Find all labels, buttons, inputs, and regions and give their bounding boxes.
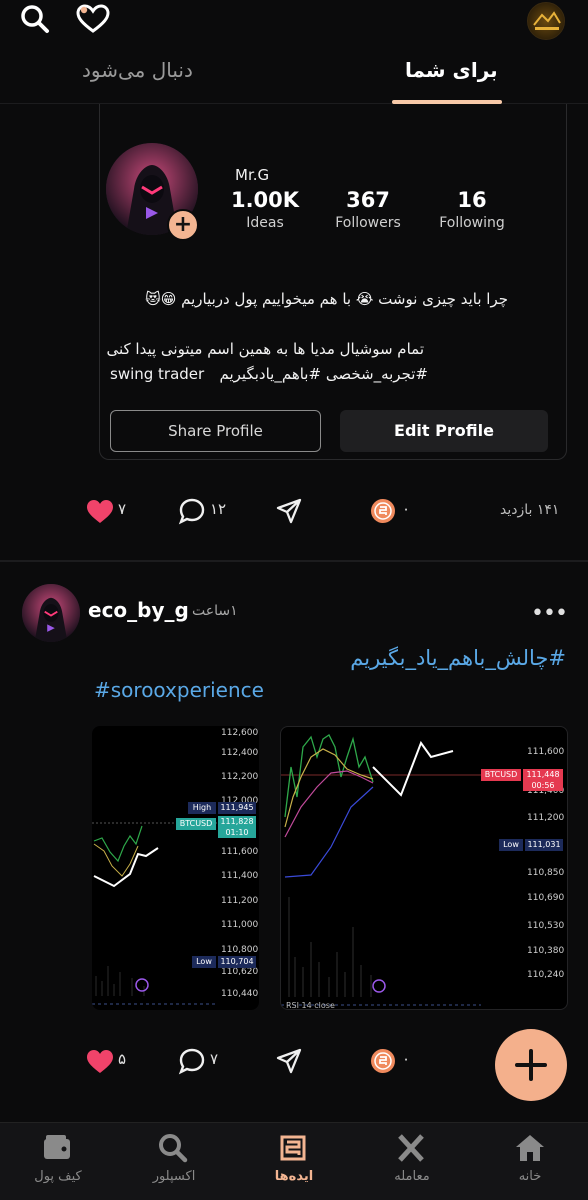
post-like-count: ۵ xyxy=(118,1050,127,1068)
boost-coin-icon[interactable] xyxy=(370,1048,396,1074)
chart-2-price: 111,448 xyxy=(526,770,560,779)
comment-icon[interactable] xyxy=(178,497,206,525)
chart-1-tick: 112,200 xyxy=(221,772,259,782)
post-hashtag-persian[interactable]: #چالش_باهم_یاد_بگیریم xyxy=(350,646,566,670)
chart-1-low-value: 110,704 xyxy=(218,956,256,968)
share-send-icon[interactable] xyxy=(275,1047,303,1075)
chart-1-tick: 110,620 xyxy=(221,967,259,977)
chart-1-tick: 112,600 xyxy=(221,728,259,738)
section-divider xyxy=(0,560,588,562)
chart-2-indicator-label: RSI 14 close xyxy=(286,1001,335,1010)
stat-ideas-value[interactable]: 1.00K xyxy=(215,188,315,212)
chart-1-high-badge: High xyxy=(188,802,216,814)
nav-item-trade[interactable]: معامله xyxy=(362,1123,462,1200)
nav-item-wallet[interactable]: کیف پول xyxy=(8,1123,108,1200)
chart-1-tick: 111,200 xyxy=(221,896,259,906)
stat-followers-value[interactable]: 367 xyxy=(318,188,418,212)
chart-1-tick: 110,440 xyxy=(221,989,259,999)
chart-2-tick: 111,600 xyxy=(527,747,565,757)
top-bar: دنبال می‌شود برای شما xyxy=(0,0,588,104)
chart-2-tick: 110,850 xyxy=(527,868,565,878)
bottom-nav: کیف پول اکسپلور ایده‌ها معامله خانه xyxy=(0,1122,588,1200)
share-send-icon[interactable] xyxy=(275,497,303,525)
boost-count: ۰ xyxy=(402,500,411,518)
trade-x-icon xyxy=(396,1133,426,1163)
post-author-name[interactable]: eco_by_g xyxy=(88,598,189,622)
nav-label-wallet: کیف پول xyxy=(34,1169,82,1184)
like-heart-icon[interactable] xyxy=(86,499,114,524)
chart-1-tick: 111,400 xyxy=(221,871,259,881)
chart-1-tick: 110,800 xyxy=(221,945,259,955)
search-icon xyxy=(158,1133,188,1163)
search-icon[interactable] xyxy=(20,4,50,34)
brand-logo[interactable] xyxy=(527,2,565,40)
chart-1-price-badge: 111,828 01:10 xyxy=(218,816,256,838)
wallet-icon xyxy=(42,1133,74,1161)
nav-label-explore: اکسپلور xyxy=(152,1169,196,1184)
chart-2-low-value: 111,031 xyxy=(525,839,563,851)
chart-2-tick: 110,380 xyxy=(527,946,565,956)
bio-line-3: #تجربه_شخصی #باهم_یادبگیریم xyxy=(219,365,429,383)
comment-count: ۱۲ xyxy=(210,500,227,518)
bio-line-3-latin: swing trader xyxy=(110,365,205,383)
chart-1-tick: 111,600 xyxy=(221,847,259,857)
chart-1-low-badge: Low xyxy=(192,956,216,968)
chart-2-price-badge: 111,448 00:56 xyxy=(523,769,563,791)
heart-pulse-icon[interactable] xyxy=(76,4,110,34)
chart-2-symbol-badge: BTCUSD xyxy=(481,769,521,781)
like-heart-icon[interactable] xyxy=(86,1049,114,1074)
edit-profile-button[interactable]: Edit Profile xyxy=(340,410,548,452)
chart-2-tick: 111,200 xyxy=(527,813,565,823)
nav-label-home: خانه xyxy=(518,1169,542,1184)
nav-label-ideas: ایده‌ها xyxy=(274,1169,314,1184)
bio-line-2: تمام سوشیال مدیا ها به همین اسم میتونی پ… xyxy=(106,340,424,358)
view-count: ۱۴۱ بازدید xyxy=(500,502,560,518)
more-options-icon[interactable]: ••• xyxy=(531,601,568,626)
chart-1-tick: 111,000 xyxy=(221,920,259,930)
post-comment-count: ۷ xyxy=(210,1050,219,1068)
share-profile-button[interactable]: Share Profile xyxy=(110,410,321,452)
create-post-button[interactable] xyxy=(495,1029,567,1101)
boost-coin-icon[interactable] xyxy=(370,498,396,524)
home-icon xyxy=(514,1133,546,1163)
nav-item-ideas[interactable]: ایده‌ها xyxy=(244,1123,344,1200)
post-author-avatar[interactable] xyxy=(22,584,80,642)
chart-1-tick: 112,400 xyxy=(221,748,259,758)
like-count: ۷ xyxy=(118,500,127,518)
nav-item-home[interactable]: خانه xyxy=(480,1123,580,1200)
chart-2-tick: 110,690 xyxy=(527,893,565,903)
comment-icon[interactable] xyxy=(178,1047,206,1075)
post-time: ۱ساعت xyxy=(192,603,238,619)
chart-2-low-badge: Low xyxy=(499,839,523,851)
post-chart-image-2[interactable]: 111,600 111,400 111,200 110,850 110,690 … xyxy=(280,726,568,1010)
stat-ideas-label: Ideas xyxy=(246,215,284,231)
post-boost-count: ۰ xyxy=(402,1050,411,1068)
bio-line-1: چرا باید چیزی نوشت 😭 با هم میخواییم پول … xyxy=(145,290,508,308)
stat-followers-label: Followers xyxy=(335,215,401,231)
chart-1-price: 111,828 xyxy=(220,817,254,826)
chart-1-high-value: 111,945 xyxy=(218,802,256,814)
chart-2-timer: 00:56 xyxy=(531,781,555,790)
tab-for-you[interactable]: برای شما xyxy=(405,58,498,82)
nav-item-explore[interactable]: اکسپلور xyxy=(124,1123,224,1200)
tab-following[interactable]: دنبال می‌شود xyxy=(82,58,193,82)
chart-2-tick: 110,530 xyxy=(527,921,565,931)
chart-1-timer: 01:10 xyxy=(225,828,249,837)
ideas-icon xyxy=(278,1133,308,1163)
nav-label-trade: معامله xyxy=(394,1169,430,1184)
post-chart-image-1[interactable]: 112,600 112,400 112,200 112,000 111,600 … xyxy=(92,726,259,1010)
chart-1-symbol-badge: BTCUSD xyxy=(176,818,216,830)
follow-plus-icon[interactable]: + xyxy=(167,209,199,241)
stat-following-label: Following xyxy=(439,215,505,231)
chart-2-tick: 110,240 xyxy=(527,970,565,980)
post-hashtag-latin[interactable]: #sorooxperience xyxy=(94,678,264,702)
stat-following-value[interactable]: 16 xyxy=(422,188,522,212)
profile-username: Mr.G xyxy=(235,166,270,184)
